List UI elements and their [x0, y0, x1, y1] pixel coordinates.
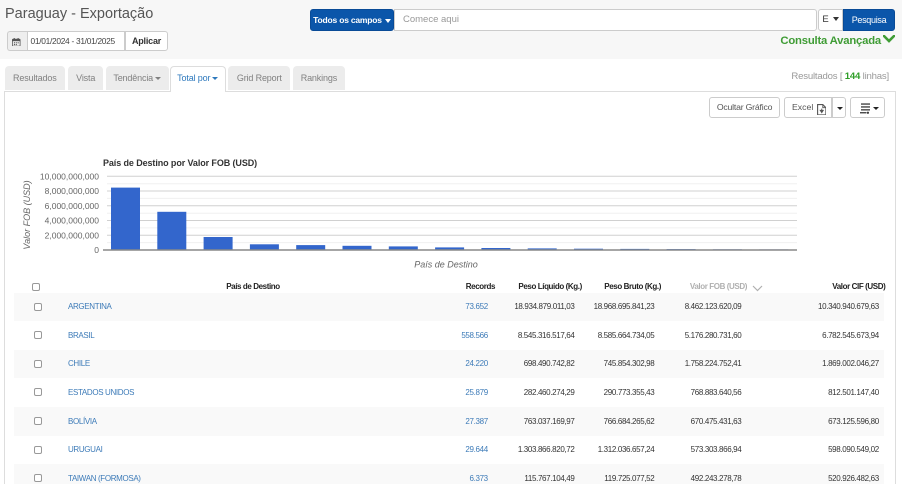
svg-text:4,000,000,000: 4,000,000,000	[45, 216, 100, 226]
svg-text:Valor FOB (USD): Valor FOB (USD)	[22, 180, 32, 249]
svg-text:0: 0	[94, 245, 99, 255]
svg-text:10,000,000,000: 10,000,000,000	[40, 171, 99, 181]
svg-text:8,000,000,000: 8,000,000,000	[45, 186, 100, 196]
svg-text:País de Destino por Valor FOB: País de Destino por Valor FOB (USD)	[103, 158, 257, 168]
svg-text:País de Destino: País de Destino	[414, 260, 478, 270]
svg-text:2,000,000,000: 2,000,000,000	[45, 230, 100, 240]
svg-text:6,000,000,000: 6,000,000,000	[45, 201, 100, 211]
